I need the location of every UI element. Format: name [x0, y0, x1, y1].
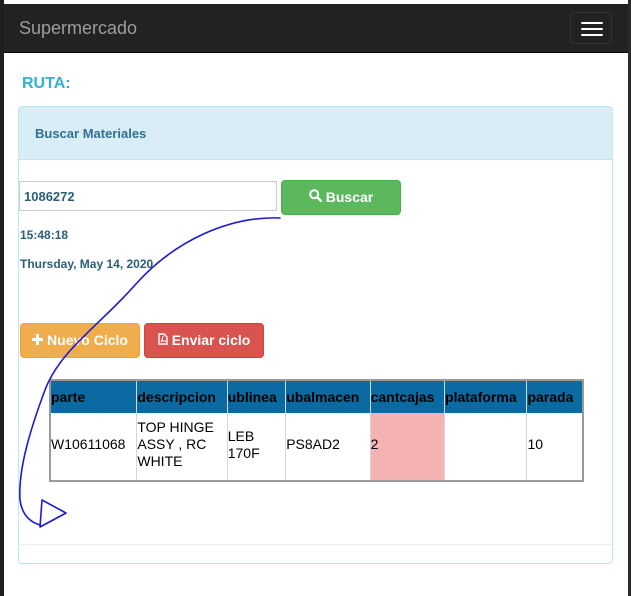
panel-title: Buscar Materiales: [35, 126, 147, 141]
cell-cantcajas-text: 2: [370, 436, 379, 452]
cell-parte: W10611068: [51, 413, 138, 480]
table-row[interactable]: W10611068 TOP HINGE ASSY , RC WHITE LEB …: [51, 413, 582, 480]
column-header-parte[interactable]: parte: [51, 381, 138, 413]
column-header-cantcajas[interactable]: cantcajas: [370, 381, 446, 413]
cell-cantcajas[interactable]: 2: [370, 413, 446, 480]
new-cycle-button[interactable]: Nuevo Ciclo: [20, 323, 140, 358]
send-cycle-button[interactable]: Enviar ciclo: [144, 323, 264, 358]
search-icon: [308, 181, 322, 214]
window-edge-left: [0, 0, 4, 596]
materials-table-container: parte descripcion ublinea ubalmacen cant…: [49, 379, 584, 482]
cell-ublinea-text: LEB 170F: [227, 428, 260, 461]
cell-parada: 10: [527, 413, 582, 480]
menu-toggle-button[interactable]: [570, 12, 612, 44]
plus-icon: [32, 324, 44, 357]
cell-plataforma-text: [445, 413, 526, 436]
new-cycle-label: Nuevo Ciclo: [47, 332, 128, 348]
cell-ubalmacen: PS8AD2: [285, 413, 371, 480]
cell-descripcion-text: TOP HINGE ASSY , RC WHITE: [137, 419, 214, 469]
clock-time: 15:48:18: [20, 228, 69, 242]
column-header-ubalmacen[interactable]: ubalmacen: [285, 381, 371, 413]
cell-ublinea: LEB 170F: [227, 413, 287, 480]
search-button-label: Buscar: [325, 189, 374, 205]
cell-descripcion: TOP HINGE ASSY , RC WHITE: [136, 413, 228, 480]
column-header-plataforma[interactable]: plataforma: [444, 381, 528, 413]
cell-ubalmacen-text: PS8AD2: [286, 436, 340, 452]
cell-parada-text: 10: [527, 436, 544, 452]
materials-table: parte descripcion ublinea ubalmacen cant…: [51, 381, 582, 480]
hamburger-icon-bar: [581, 28, 603, 30]
navbar-brand[interactable]: Supermercado: [19, 17, 137, 39]
send-cycle-label: Enviar ciclo: [171, 332, 251, 348]
column-header-ublinea[interactable]: ublinea: [227, 381, 287, 413]
material-search-input[interactable]: [19, 181, 277, 211]
panel-heading: Buscar Materiales: [19, 107, 612, 160]
hamburger-icon: [581, 22, 603, 24]
column-header-descripcion[interactable]: descripcion: [136, 381, 228, 413]
cell-plataforma[interactable]: [444, 413, 528, 480]
panel-divider: [19, 544, 612, 545]
cell-parte-text: W10611068: [51, 436, 126, 452]
browser-viewport: Supermercado RUTA: Buscar Materiales Bus…: [0, 0, 631, 596]
search-button[interactable]: Buscar: [281, 180, 401, 215]
clock-date: Thursday, May 14, 2020: [20, 257, 154, 271]
hamburger-icon-bar: [581, 34, 603, 36]
top-navbar: Supermercado: [4, 4, 628, 53]
route-heading: RUTA:: [22, 75, 71, 92]
column-header-parada[interactable]: parada: [526, 381, 582, 413]
file-pdf-icon: [158, 324, 168, 357]
table-header-row: parte descripcion ublinea ubalmacen cant…: [51, 381, 582, 413]
